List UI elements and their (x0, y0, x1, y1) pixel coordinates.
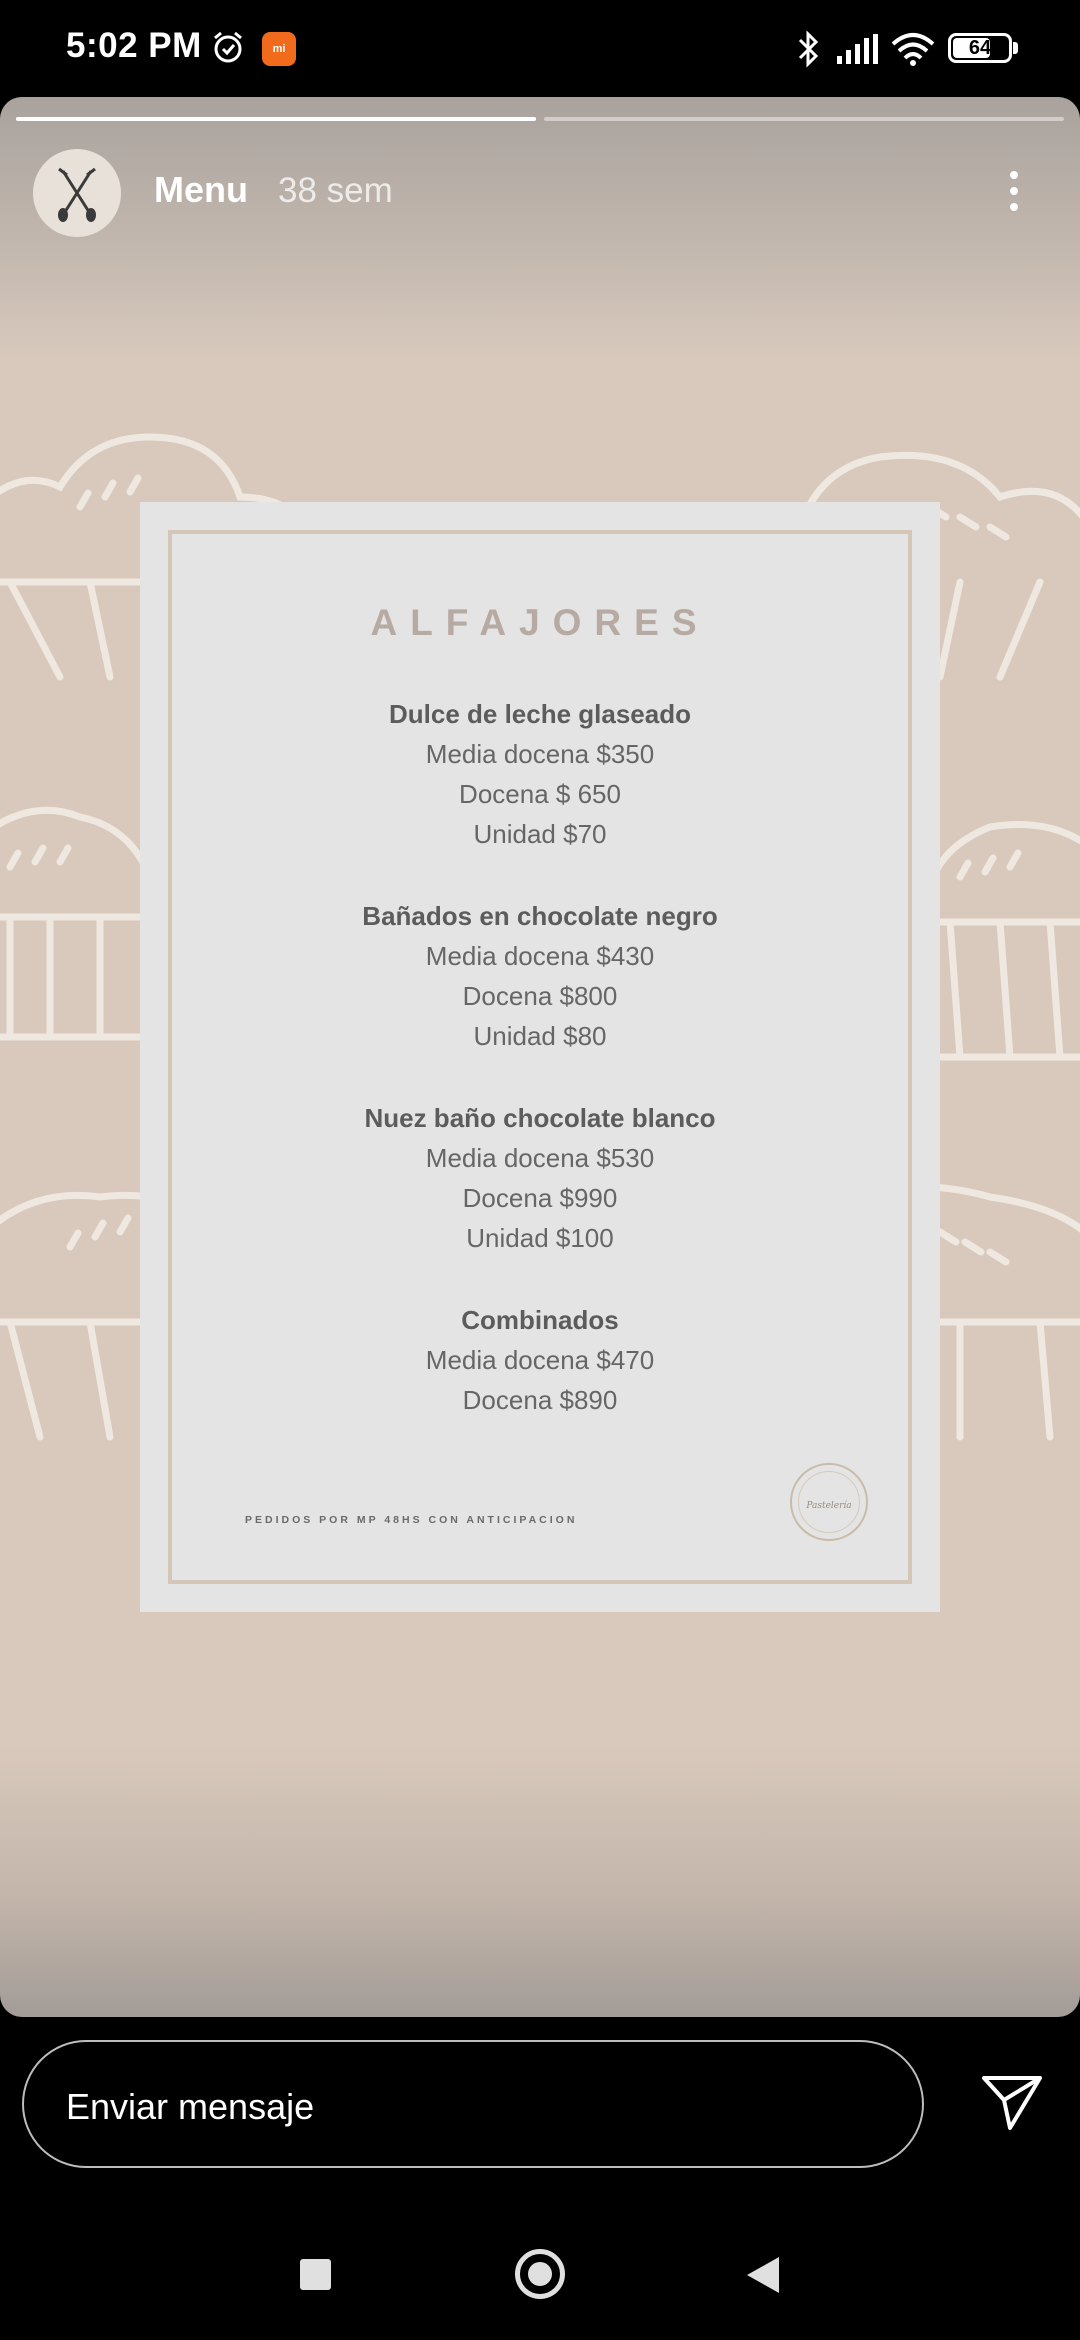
menu-card: ALFAJORES Dulce de leche glaseado Media … (140, 502, 940, 1612)
section-name: Dulce de leche glaseado (388, 699, 691, 729)
menu-footer-note: PEDIDOS POR MP 48HS CON ANTICIPACION (245, 1514, 578, 1526)
story-progress-1 (16, 117, 536, 121)
menu-card-frame (168, 530, 912, 1584)
alarm-icon (214, 31, 242, 63)
section-name: Bañados en chocolate negro (362, 901, 718, 931)
price-line: Docena $800 (462, 981, 618, 1011)
menu-title: ALFAJORES (370, 602, 710, 643)
menu-section: Combinados Media docena $470 Docena $890 (140, 1300, 940, 1420)
recents-square-icon[interactable] (300, 2259, 331, 2290)
battery-level: 64 (968, 37, 992, 59)
status-bar: 5:02 PM mi 64 (0, 0, 1080, 97)
price-line: Unidad $80 (473, 1021, 607, 1051)
signal-icon (837, 34, 878, 64)
price-line: Unidad $70 (473, 819, 607, 849)
story-progress-2 (544, 117, 1064, 121)
status-time: 5:02 PM (66, 26, 202, 65)
crossed-spoons-icon (58, 167, 96, 222)
bakery-logo: Pastelería (790, 1463, 868, 1541)
price-line: Media docena $350 (425, 739, 655, 769)
story-time-ago: 38 sem (278, 171, 393, 210)
bluetooth-icon (798, 30, 819, 68)
price-line: Media docena $430 (425, 941, 655, 971)
price-line: Docena $990 (462, 1183, 618, 1213)
wifi-icon (891, 33, 935, 66)
message-input[interactable]: Enviar mensaje (22, 2040, 924, 2168)
menu-section: Dulce de leche glaseado Media docena $35… (140, 694, 940, 854)
story-username[interactable]: Menu (154, 169, 248, 211)
story-avatar[interactable] (33, 149, 121, 237)
more-vertical-icon[interactable] (1000, 165, 1028, 221)
battery-tip (1013, 42, 1018, 54)
back-triangle-icon[interactable] (745, 2255, 781, 2295)
send-icon[interactable] (980, 2070, 1044, 2134)
section-name: Nuez baño chocolate blanco (364, 1103, 716, 1133)
message-placeholder: Enviar mensaje (66, 2086, 315, 2127)
section-name: Combinados (461, 1305, 619, 1335)
menu-section: Bañados en chocolate negro Media docena … (140, 896, 940, 1056)
mi-app-icon: mi (262, 32, 296, 66)
price-line: Docena $890 (462, 1385, 618, 1415)
price-line: Docena $ 650 (459, 779, 621, 809)
price-line: Unidad $100 (466, 1223, 614, 1253)
battery-indicator: 64 (948, 33, 1012, 63)
story-viewer[interactable]: Menu 38 sem ALFAJORES Dulce de leche gla… (0, 97, 1080, 2017)
price-line: Media docena $530 (425, 1143, 655, 1173)
price-line: Media docena $470 (425, 1345, 655, 1375)
menu-section: Nuez baño chocolate blanco Media docena … (140, 1098, 940, 1258)
logo-text: Pastelería (806, 1501, 852, 1511)
home-circle-icon[interactable] (515, 2249, 565, 2299)
